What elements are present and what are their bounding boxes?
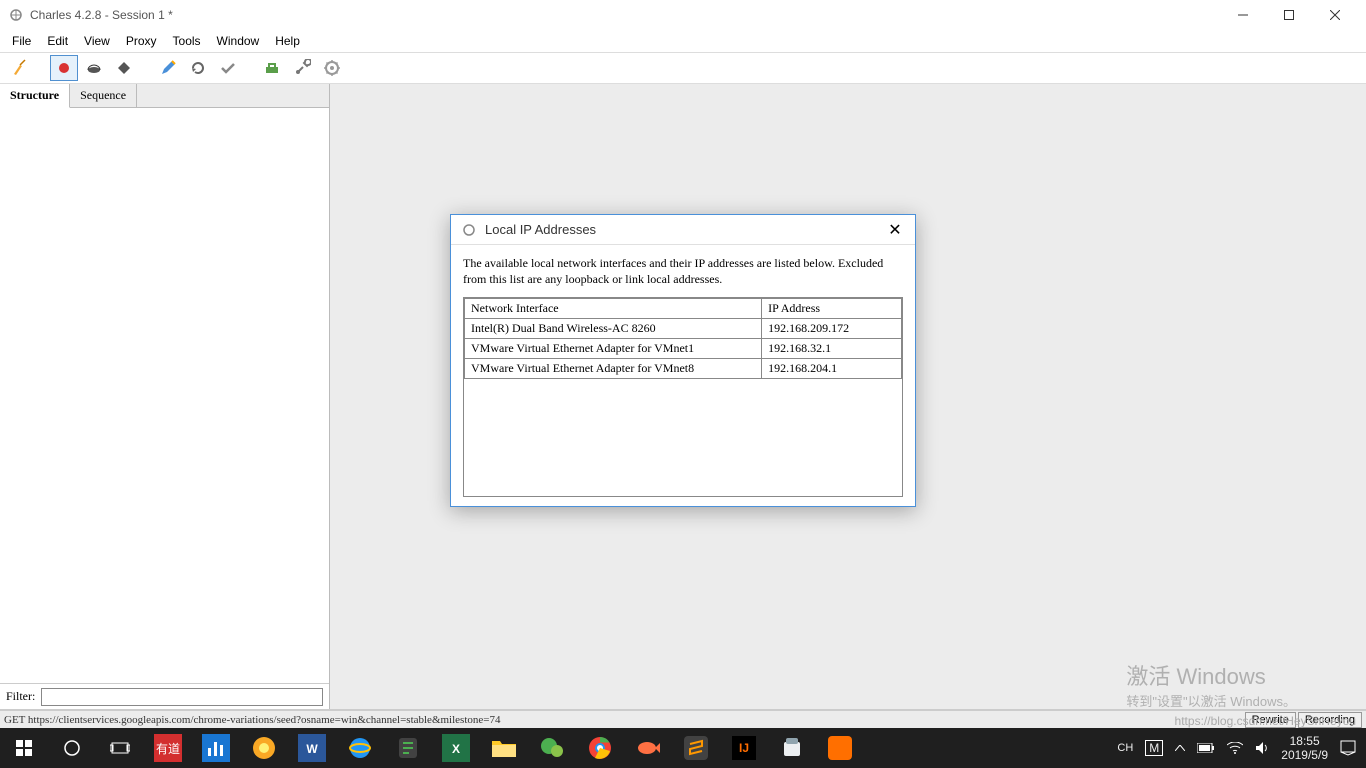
ip-table-container: Network Interface IP Address Intel(R) Du… [463, 297, 903, 497]
local-ip-dialog: Local IP Addresses ✕ The available local… [450, 214, 916, 507]
dialog-titlebar[interactable]: Local IP Addresses ✕ [451, 215, 915, 245]
dialog-close-icon[interactable]: ✕ [885, 220, 905, 240]
session-tabs: Structure Sequence [0, 84, 329, 108]
menu-bar: File Edit View Proxy Tools Window Help [0, 30, 1366, 52]
cell-ip: 192.168.32.1 [762, 339, 902, 359]
settings-icon[interactable] [318, 55, 346, 81]
throttle-icon[interactable] [80, 55, 108, 81]
cell-ip: 192.168.209.172 [762, 319, 902, 339]
svg-text:X: X [452, 742, 460, 756]
table-header-row: Network Interface IP Address [465, 299, 902, 319]
table-row[interactable]: VMware Virtual Ethernet Adapter for VMne… [465, 359, 902, 379]
taskbar-app-ie[interactable] [336, 728, 384, 768]
table-row[interactable]: VMware Virtual Ethernet Adapter for VMne… [465, 339, 902, 359]
filter-input[interactable] [41, 688, 323, 706]
tab-structure[interactable]: Structure [0, 84, 70, 108]
taskbar-app-orange[interactable] [816, 728, 864, 768]
wrench-icon[interactable] [288, 55, 316, 81]
dialog-title: Local IP Addresses [485, 222, 885, 237]
left-panel: Structure Sequence Filter: [0, 84, 330, 709]
session-tree[interactable] [0, 108, 329, 683]
taskbar-app-evernote[interactable] [384, 728, 432, 768]
svg-text:有道: 有道 [156, 742, 180, 756]
taskbar-app-explorer[interactable] [480, 728, 528, 768]
watermark-sub: 转到"设置"以激活 Windows。 [1126, 691, 1296, 710]
dialog-icon [461, 222, 477, 238]
menu-window[interactable]: Window [209, 32, 268, 50]
status-bar: GET https://clientservices.googleapis.co… [0, 710, 1366, 728]
maximize-button[interactable] [1266, 0, 1312, 30]
filter-label: Filter: [6, 689, 35, 704]
tray-notifications-icon[interactable] [1334, 728, 1362, 768]
filter-bar: Filter: [0, 683, 329, 709]
taskbar-app-charles[interactable] [768, 728, 816, 768]
tray-clock[interactable]: 18:55 2019/5/9 [1275, 728, 1334, 768]
menu-view[interactable]: View [76, 32, 118, 50]
cortana-icon[interactable] [48, 728, 96, 768]
tray-ime[interactable]: M [1139, 728, 1169, 768]
svg-text:IJ: IJ [739, 741, 749, 755]
window-title: Charles 4.2.8 - Session 1 * [30, 8, 1220, 22]
system-tray: CH M 18:55 2019/5/9 [1111, 728, 1366, 768]
tray-lang[interactable]: CH [1111, 728, 1139, 768]
taskbar-app-intellij[interactable]: IJ [720, 728, 768, 768]
cell-iface: VMware Virtual Ethernet Adapter for VMne… [465, 339, 762, 359]
close-button[interactable] [1312, 0, 1358, 30]
tray-time: 18:55 [1290, 734, 1320, 748]
taskbar-app-chart[interactable] [192, 728, 240, 768]
windows-taskbar: 有道 W X IJ CH M 18:55 2019/5/9 [0, 728, 1366, 768]
menu-help[interactable]: Help [267, 32, 308, 50]
dialog-description: The available local network interfaces a… [463, 255, 903, 287]
tray-chevron-up-icon[interactable] [1169, 728, 1191, 768]
taskbar-app-fish[interactable] [624, 728, 672, 768]
status-text: GET https://clientservices.googleapis.co… [4, 714, 1243, 726]
record-button[interactable] [50, 55, 78, 81]
taskbar-app-excel[interactable]: X [432, 728, 480, 768]
col-interface[interactable]: Network Interface [465, 299, 762, 319]
menu-file[interactable]: File [4, 32, 39, 50]
taskbar-app-sublime[interactable] [672, 728, 720, 768]
tab-sequence[interactable]: Sequence [70, 84, 137, 107]
cell-ip: 192.168.204.1 [762, 359, 902, 379]
tray-volume-icon[interactable] [1249, 728, 1275, 768]
minimize-button[interactable] [1220, 0, 1266, 30]
toolbar [0, 52, 1366, 84]
watermark-title: 激活 Windows [1126, 659, 1296, 691]
menu-tools[interactable]: Tools [165, 32, 209, 50]
taskbar-app-chrome[interactable] [576, 728, 624, 768]
tray-wifi-icon[interactable] [1221, 728, 1249, 768]
table-row[interactable]: Intel(R) Dual Band Wireless-AC 8260192.1… [465, 319, 902, 339]
tray-battery-icon[interactable] [1191, 728, 1221, 768]
validate-icon[interactable] [214, 55, 242, 81]
url-watermark: https://blog.csdn.net/HeyShHeyou [1175, 714, 1356, 728]
cell-iface: VMware Virtual Ethernet Adapter for VMne… [465, 359, 762, 379]
col-ip[interactable]: IP Address [762, 299, 902, 319]
start-button[interactable] [0, 728, 48, 768]
activate-windows-watermark: 激活 Windows 转到"设置"以激活 Windows。 [1126, 659, 1296, 710]
tools-icon[interactable] [258, 55, 286, 81]
compose-icon[interactable] [154, 55, 182, 81]
taskbar-app-word[interactable]: W [288, 728, 336, 768]
taskbar-app-yellow[interactable] [240, 728, 288, 768]
app-icon [8, 7, 24, 23]
menu-proxy[interactable]: Proxy [118, 32, 165, 50]
taskview-icon[interactable] [96, 728, 144, 768]
window-titlebar: Charles 4.2.8 - Session 1 * [0, 0, 1366, 30]
ip-table: Network Interface IP Address Intel(R) Du… [464, 298, 902, 379]
svg-text:W: W [306, 742, 318, 756]
tray-date: 2019/5/9 [1281, 748, 1328, 762]
repeat-icon[interactable] [184, 55, 212, 81]
menu-edit[interactable]: Edit [39, 32, 76, 50]
taskbar-app-wechat[interactable] [528, 728, 576, 768]
broom-icon[interactable] [6, 55, 34, 81]
breakpoint-icon[interactable] [110, 55, 138, 81]
cell-iface: Intel(R) Dual Band Wireless-AC 8260 [465, 319, 762, 339]
taskbar-app-youdao[interactable]: 有道 [144, 728, 192, 768]
